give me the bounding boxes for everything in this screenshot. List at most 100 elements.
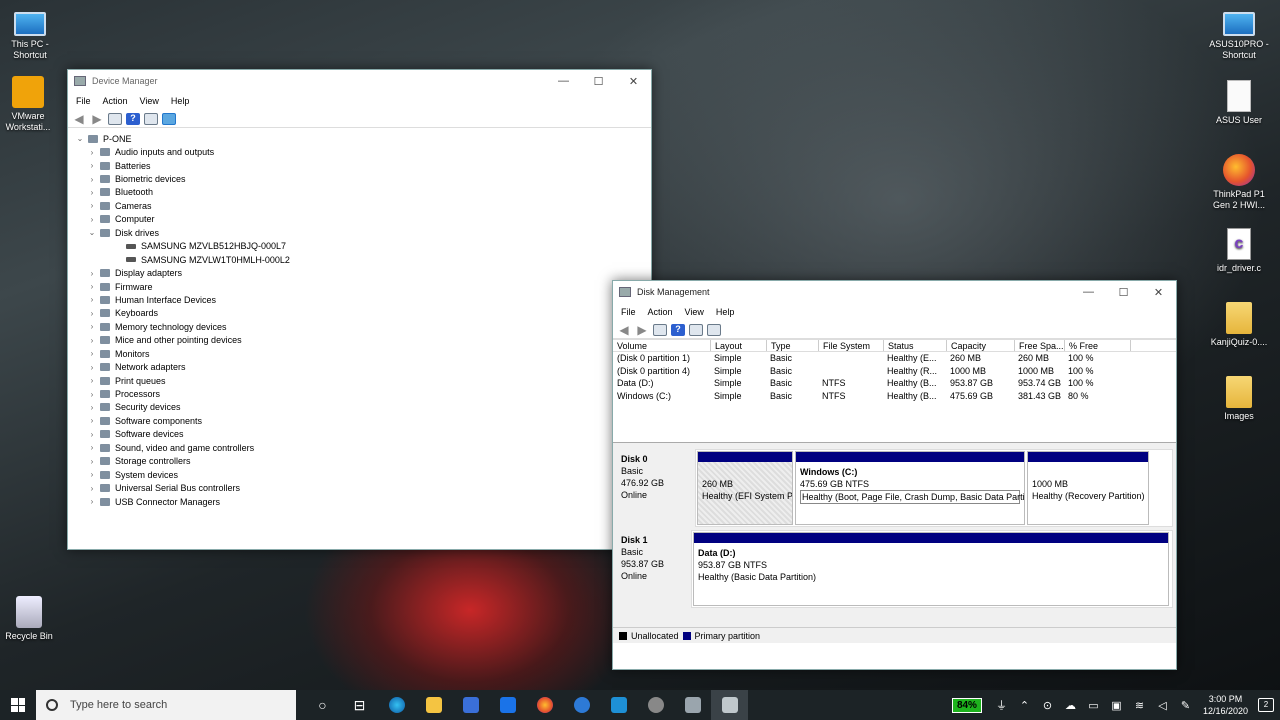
disk-management-taskbar-icon[interactable] xyxy=(711,690,748,720)
expand-icon[interactable]: › xyxy=(86,363,98,372)
tree-item[interactable]: › Keyboards xyxy=(74,307,651,320)
tree-item[interactable]: › Storage controllers xyxy=(74,455,651,468)
tree-item[interactable]: › Biometric devices xyxy=(74,172,651,185)
partition[interactable]: 260 MB Healthy (EFI System P... xyxy=(697,451,793,525)
menu-help[interactable]: Help xyxy=(171,96,190,106)
table-row[interactable]: (Disk 0 partition 1) Simple Basic Healthy (… xyxy=(613,352,1176,365)
properties-icon[interactable] xyxy=(653,323,667,336)
expand-icon[interactable]: › xyxy=(86,295,98,304)
expand-icon[interactable]: › xyxy=(86,322,98,331)
power-icon[interactable]: ▣ xyxy=(1105,699,1128,712)
table-row[interactable]: Windows (C:) Simple Basic NTFS Healthy (B...… xyxy=(613,390,1176,403)
expand-icon[interactable]: › xyxy=(86,457,98,466)
tree-item[interactable]: SAMSUNG MZVLW1T0HMLH-000L2 xyxy=(74,253,651,266)
close-button[interactable]: ✕ xyxy=(1141,286,1176,299)
l-app-icon[interactable] xyxy=(600,690,637,720)
cloud-icon[interactable]: ☁ xyxy=(1059,699,1082,712)
column-header[interactable]: % Free xyxy=(1065,340,1131,351)
expand-icon[interactable]: › xyxy=(86,376,98,385)
collapse-icon[interactable]: ⌄ xyxy=(74,134,86,143)
expand-icon[interactable]: › xyxy=(86,443,98,452)
minimize-button[interactable]: — xyxy=(1071,286,1106,299)
expand-icon[interactable]: › xyxy=(86,309,98,318)
column-header[interactable]: Free Spa... xyxy=(1015,340,1065,351)
chat-icon[interactable] xyxy=(563,690,600,720)
tree-item[interactable]: ⌄ Disk drives xyxy=(74,226,651,239)
tree-root[interactable]: ⌄ P-ONE xyxy=(74,132,651,145)
partition[interactable]: Windows (C:) 475.69 GB NTFS Healthy (Boot,… xyxy=(795,451,1025,525)
back-arrow-icon[interactable]: ◀ xyxy=(72,113,86,125)
desktop-icon-this-pc[interactable]: This PC - Shortcut xyxy=(0,6,63,61)
expand-icon[interactable]: › xyxy=(86,201,98,210)
column-header[interactable]: Status xyxy=(884,340,947,351)
tree-item[interactable]: › Sound, video and game controllers xyxy=(74,441,651,454)
monitor-icon[interactable] xyxy=(162,112,176,125)
table-row[interactable]: (Disk 0 partition 4) Simple Basic Healthy (… xyxy=(613,365,1176,378)
tree-item[interactable]: › Monitors xyxy=(74,347,651,360)
start-button[interactable] xyxy=(0,690,36,720)
tree-item[interactable]: › USB Connector Managers xyxy=(74,495,651,508)
desktop-icon-asus10pro[interactable]: ASUS10PRO - Shortcut xyxy=(1206,6,1272,61)
tree-item[interactable]: › Software devices xyxy=(74,428,651,441)
lock-icon[interactable]: ⊙ xyxy=(1036,699,1059,712)
tree-item[interactable]: › Security devices xyxy=(74,401,651,414)
expand-icon[interactable]: › xyxy=(86,470,98,479)
help-icon[interactable]: ? xyxy=(126,112,140,125)
maximize-button[interactable]: ☐ xyxy=(581,75,616,88)
battery-indicator[interactable]: 84% xyxy=(951,697,982,713)
menu-view[interactable]: View xyxy=(140,96,159,106)
collapse-icon[interactable]: ⌄ xyxy=(86,228,98,237)
store-icon[interactable] xyxy=(452,690,489,720)
tree-item[interactable]: › Cameras xyxy=(74,199,651,212)
tree-item[interactable]: › Print queues xyxy=(74,374,651,387)
desktop-icon-thinkpad[interactable]: ThinkPad P1 Gen 2 HWI... xyxy=(1206,154,1272,211)
edge-icon[interactable] xyxy=(378,690,415,720)
expand-icon[interactable]: › xyxy=(86,215,98,224)
pen-icon[interactable]: ✎ xyxy=(1174,699,1197,712)
tree-item[interactable]: › System devices xyxy=(74,468,651,481)
forward-arrow-icon[interactable]: ▶ xyxy=(90,113,104,125)
expand-icon[interactable]: › xyxy=(86,497,98,506)
close-button[interactable]: ✕ xyxy=(616,75,651,88)
meet-icon[interactable]: ▭ xyxy=(1082,699,1105,712)
cortana-icon[interactable]: ○ xyxy=(304,690,341,720)
back-arrow-icon[interactable]: ◀ xyxy=(617,324,631,336)
table-row[interactable]: Data (D:) Simple Basic NTFS Healthy (B... 953… xyxy=(613,377,1176,390)
tree-item[interactable]: › Computer xyxy=(74,213,651,226)
menu-view[interactable]: View xyxy=(685,307,704,317)
tree-item[interactable]: › Firmware xyxy=(74,280,651,293)
desktop-icon-idr-driver[interactable]: c idr_driver.c xyxy=(1206,228,1272,274)
task-view-icon[interactable]: ⊟ xyxy=(341,690,378,720)
menu-action[interactable]: Action xyxy=(103,96,128,106)
search-box[interactable]: Type here to search xyxy=(36,690,296,720)
menu-help[interactable]: Help xyxy=(716,307,735,317)
expand-icon[interactable]: › xyxy=(86,161,98,170)
wifi-icon[interactable]: ≋ xyxy=(1128,699,1151,712)
tree-item[interactable]: › Bluetooth xyxy=(74,186,651,199)
tree-item[interactable]: › Display adapters xyxy=(74,266,651,279)
mail-icon[interactable] xyxy=(489,690,526,720)
help-icon[interactable]: ? xyxy=(671,323,685,336)
expand-icon[interactable]: › xyxy=(86,416,98,425)
tree-item[interactable]: › Processors xyxy=(74,387,651,400)
tree-item[interactable]: › Memory technology devices xyxy=(74,320,651,333)
menu-file[interactable]: File xyxy=(621,307,636,317)
settings-icon[interactable] xyxy=(707,323,721,336)
expand-icon[interactable]: › xyxy=(86,349,98,358)
device-manager-taskbar-icon[interactable] xyxy=(674,690,711,720)
firefox-icon[interactable] xyxy=(526,690,563,720)
column-header[interactable]: Capacity xyxy=(947,340,1015,351)
tree-item[interactable]: › Audio inputs and outputs xyxy=(74,145,651,158)
disk-label[interactable]: Disk 0 Basic 476.92 GB Online xyxy=(613,449,695,527)
expand-icon[interactable]: › xyxy=(86,484,98,493)
partition[interactable]: Data (D:) 953.87 GB NTFS Healthy (Basic Da… xyxy=(693,532,1169,606)
plug-icon[interactable]: ⏚ xyxy=(990,697,1013,713)
details-icon[interactable] xyxy=(689,323,703,336)
tree-item[interactable]: › Batteries xyxy=(74,159,651,172)
expand-icon[interactable]: › xyxy=(86,336,98,345)
file-explorer-icon[interactable] xyxy=(415,690,452,720)
desktop-icon-images[interactable]: Images xyxy=(1206,376,1272,422)
details-icon[interactable] xyxy=(144,112,158,125)
title-bar[interactable]: Disk Management — ☐ ✕ xyxy=(613,281,1176,303)
tree-item[interactable]: › Software components xyxy=(74,414,651,427)
